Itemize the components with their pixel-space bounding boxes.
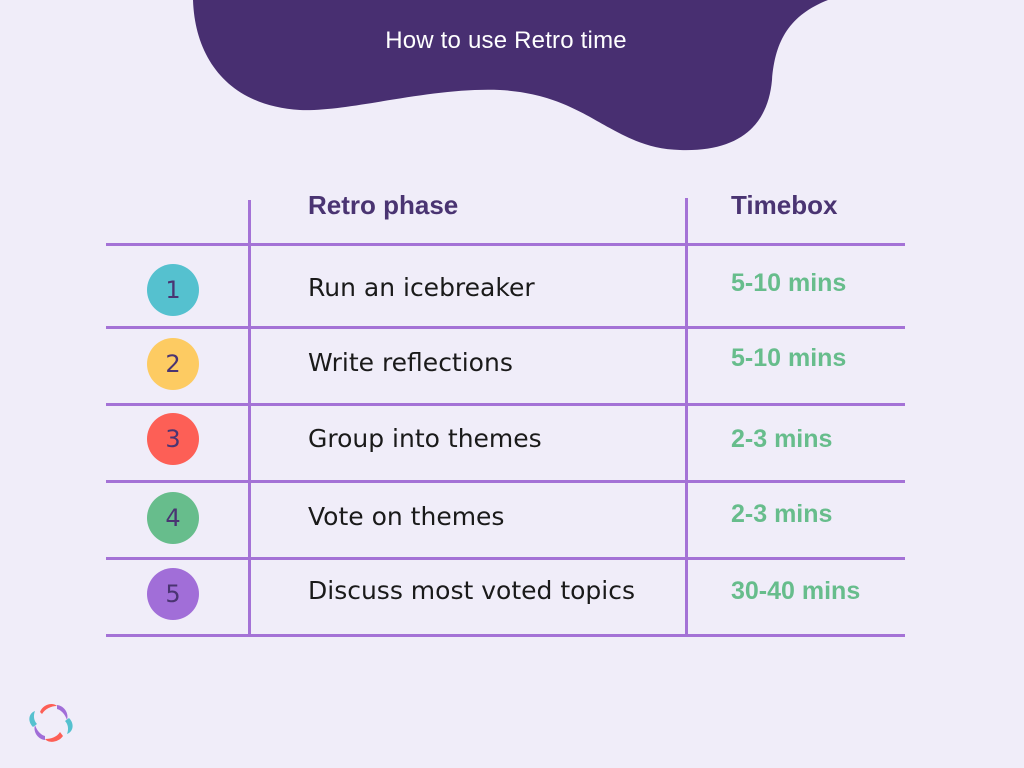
grid-vline-2 — [685, 198, 688, 637]
step-badge: 1 — [147, 264, 199, 316]
timebox-label: 30-40 mins — [731, 577, 861, 605]
page-title: How to use Retro time — [385, 27, 627, 54]
grid-hline — [106, 326, 905, 329]
phase-label: Run an icebreaker — [308, 273, 535, 302]
column-header-phase: Retro phase — [308, 190, 459, 220]
retro-logo-icon — [29, 704, 73, 742]
timebox-label: 5-10 mins — [731, 269, 847, 297]
step-badge: 3 — [147, 413, 199, 465]
step-badge: 4 — [147, 492, 199, 544]
grid-hline — [106, 634, 905, 637]
timebox-label: 2-3 mins — [731, 425, 833, 453]
phase-label: Discuss most voted topics — [308, 576, 636, 605]
phase-label: Group into themes — [308, 424, 542, 453]
timebox-label: 2-3 mins — [731, 500, 833, 528]
timebox-label: 5-10 mins — [731, 344, 847, 372]
phase-label: Write reflections — [308, 348, 513, 377]
column-header-timebox: Timebox — [731, 190, 838, 220]
step-badge: 5 — [147, 568, 199, 620]
phase-label: Vote on themes — [308, 502, 505, 531]
grid-hline — [106, 243, 905, 246]
grid-hline — [106, 403, 905, 406]
grid-hline — [106, 557, 905, 560]
header-blob — [193, 0, 828, 151]
step-badge: 2 — [147, 338, 199, 390]
grid-vline-1 — [248, 200, 251, 637]
grid-hline — [106, 480, 905, 483]
